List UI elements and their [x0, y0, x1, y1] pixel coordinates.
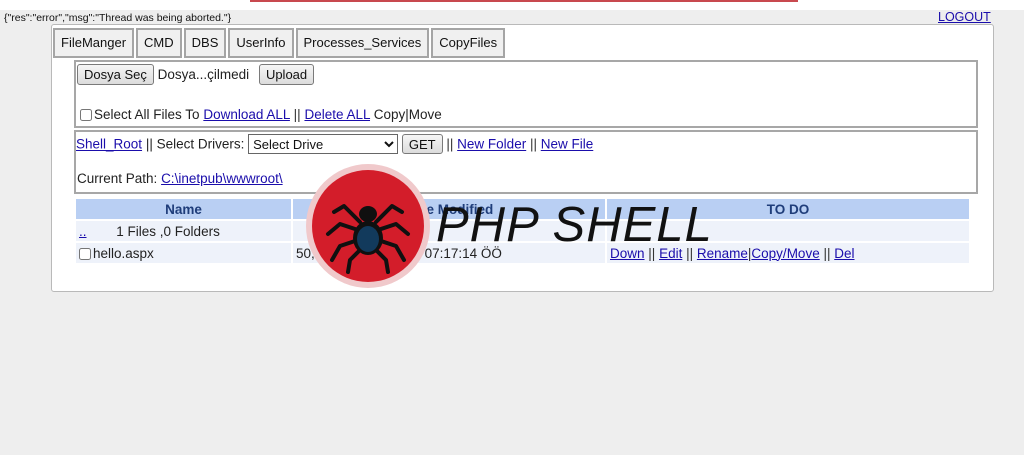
upload-button[interactable]: Upload — [258, 64, 315, 85]
separator: || — [823, 245, 831, 261]
bulk-actions-row: Select All Files To Download ALL || Dele… — [80, 107, 442, 122]
error-message: {"res":"error","msg":"Thread was being a… — [4, 12, 232, 24]
delete-all-link[interactable]: Delete ALL — [304, 107, 370, 122]
tab-processes-services[interactable]: Processes_Services — [295, 28, 430, 58]
tab-copyfiles[interactable]: CopyFiles — [431, 28, 506, 58]
spider-head — [359, 206, 377, 222]
tab-filemanger[interactable]: FileManger — [53, 28, 135, 58]
header-name: Name — [76, 199, 291, 219]
new-file-link[interactable]: New File — [541, 137, 594, 152]
files-summary: 1 Files ,0 Folders — [116, 223, 220, 239]
copy-move-text: Copy|Move — [373, 107, 442, 122]
select-drivers-text: || Select Drivers: — [145, 136, 245, 152]
current-path-link[interactable]: C:\inetpub\wwwroot\ — [161, 171, 283, 186]
drive-row: Shell_Root || Select Drivers: Select Dri… — [76, 134, 593, 154]
parent-cell: .. 1 Files ,0 Folders — [76, 221, 291, 241]
del-link[interactable]: Del — [834, 246, 854, 261]
file-checkbox[interactable] — [79, 247, 91, 260]
spider-icon — [306, 164, 430, 288]
shell-root-link[interactable]: Shell_Root — [76, 137, 142, 152]
tab-userinfo[interactable]: UserInfo — [228, 28, 294, 58]
file-name-cell: hello.aspx — [76, 243, 291, 263]
top-accent-line — [250, 0, 798, 2]
logout-link[interactable]: LOGOUT — [938, 10, 991, 24]
brand-text: PHP SHELL — [436, 198, 713, 252]
tab-dbs[interactable]: DBS — [183, 28, 227, 58]
upload-row: Dosya Seç Dosya...çilmedi Upload — [77, 64, 315, 85]
drive-select[interactable]: Select Drive — [248, 134, 399, 154]
tab-cmd[interactable]: CMD — [136, 28, 182, 58]
separator: || — [293, 107, 301, 122]
current-path-label: Current Path: — [77, 171, 158, 186]
separator: || — [529, 136, 537, 152]
separator: || — [446, 136, 454, 152]
select-all-text: Select All Files To — [94, 107, 200, 122]
file-status-text: Dosya...çilmedi — [157, 67, 250, 82]
download-all-link[interactable]: Download ALL — [203, 107, 290, 122]
spider-body — [357, 226, 379, 252]
select-all-checkbox[interactable] — [80, 109, 92, 121]
copy-move-link[interactable]: Copy/Move — [751, 246, 819, 261]
new-folder-link[interactable]: New Folder — [457, 137, 526, 152]
parent-folder-link[interactable]: .. — [79, 224, 87, 239]
tab-bar: FileManger CMD DBS UserInfo Processes_Se… — [53, 28, 507, 58]
choose-file-button[interactable]: Dosya Seç — [77, 64, 154, 85]
file-name: hello.aspx — [93, 245, 154, 261]
current-path-row: Current Path: C:\inetpub\wwwroot\ — [77, 171, 283, 186]
get-button[interactable]: GET — [401, 134, 443, 154]
